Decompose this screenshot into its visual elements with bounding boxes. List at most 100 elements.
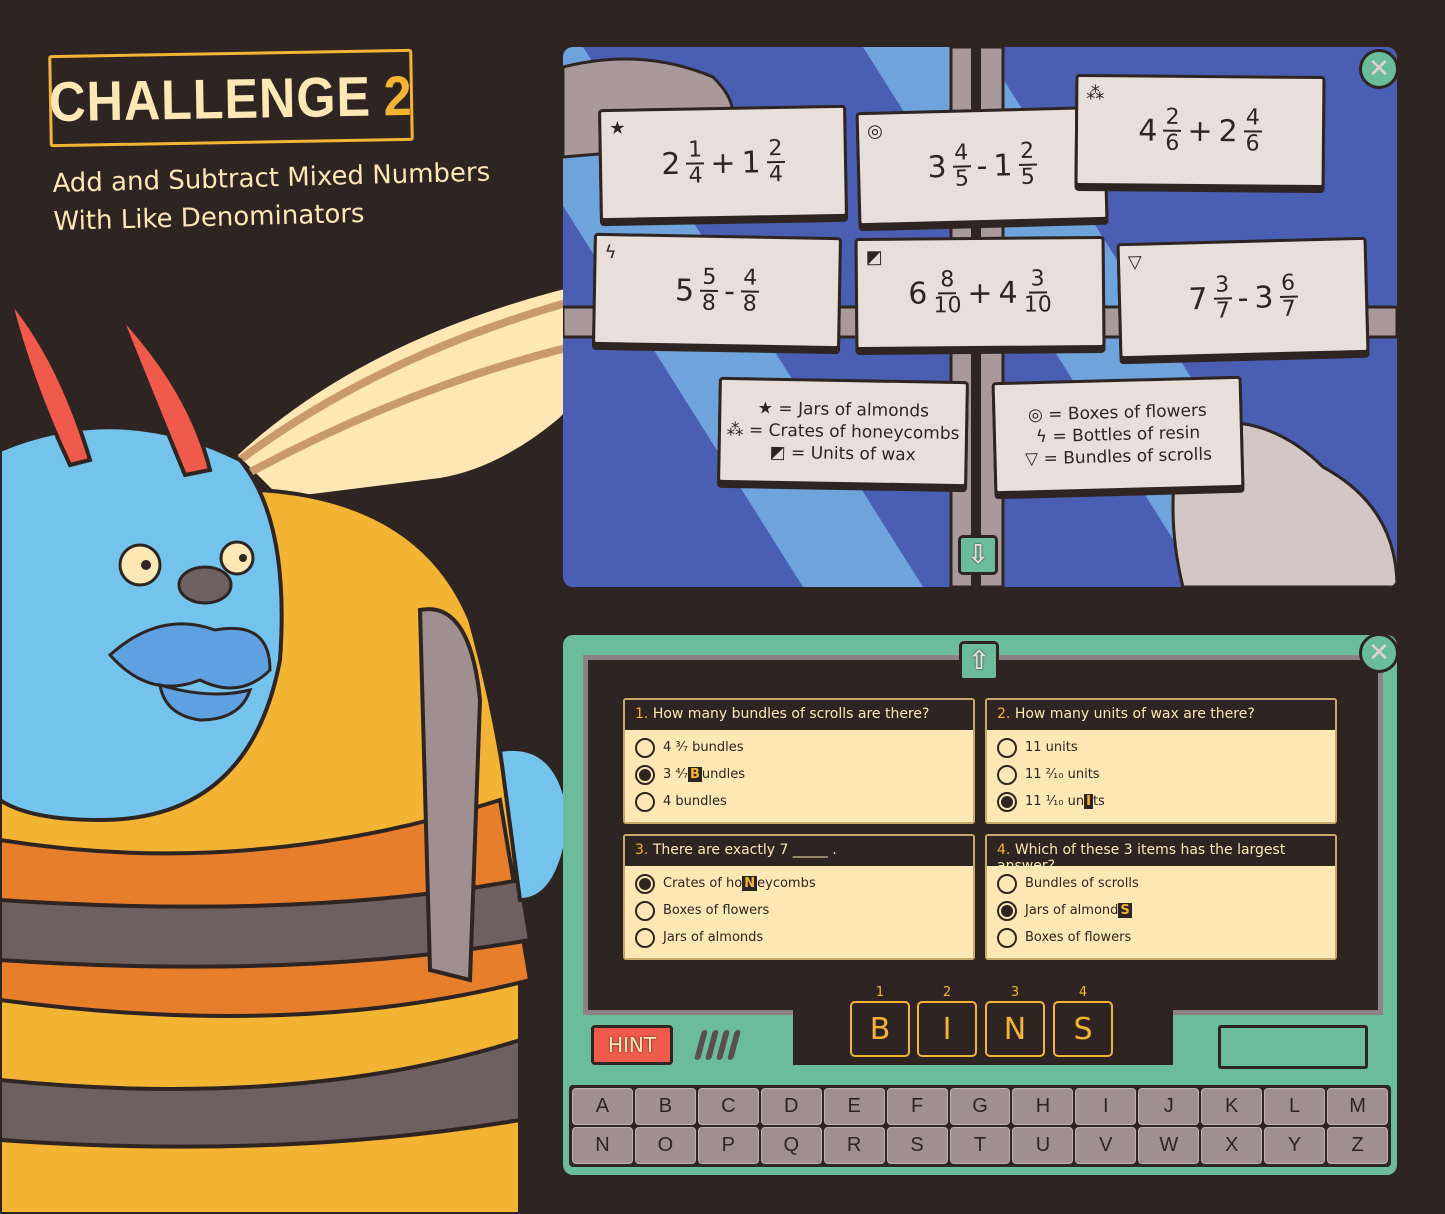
answer-slot-1[interactable]: 1 B [850,985,910,1057]
answer-option[interactable]: Boxes of flowers [625,897,973,924]
key-c[interactable]: C [697,1088,759,1125]
fraction: 67 [1278,270,1298,322]
key-k[interactable]: K [1201,1088,1263,1125]
answer-option[interactable]: 4 ³⁄₇ bundles [625,734,973,761]
scroll-up-button[interactable]: ⇧ [959,641,999,681]
fraction: 3 10 [1023,266,1052,318]
whole-number: 7 [1188,281,1209,317]
answer-option[interactable]: 11 ¹⁄₁₀ un Its [987,788,1335,815]
radio-button[interactable] [997,737,1017,758]
challenge-title: CHALLENGE 2 [48,63,414,133]
triangle-icon: ▽ [1127,251,1143,273]
fraction: 37 [1212,272,1232,324]
challenge-title-box: CHALLENGE 2 [48,48,414,148]
key-f[interactable]: F [886,1088,948,1125]
operator: + [1187,113,1213,149]
close-quiz-button[interactable]: ✕ [1359,633,1399,673]
legend-card-right: ◎ = Boxes of flowers ϟ = Bottles of resi… [991,375,1245,495]
arrow-down-icon: ⇩ [967,540,989,570]
radio-button-selected[interactable] [635,764,655,785]
key-g[interactable]: G [949,1088,1011,1125]
radio-button[interactable] [635,900,655,921]
answer-option[interactable]: 11 ²⁄₁₀ units [987,761,1335,788]
key-d[interactable]: D [760,1088,822,1125]
key-n[interactable]: N [572,1127,633,1164]
key-e[interactable]: E [823,1088,885,1125]
answer-option[interactable]: Bundles of scrolls [987,870,1335,897]
radio-button[interactable] [635,737,655,758]
letter-keyboard: ABCDEFGHIJKLM NOPQRSTUVWXYZ [569,1085,1391,1167]
whole-number: 1 [741,144,761,181]
key-i[interactable]: I [1075,1088,1137,1125]
key-a[interactable]: A [572,1088,633,1125]
key-t[interactable]: T [949,1127,1011,1164]
key-o[interactable]: O [634,1127,696,1164]
key-q[interactable]: Q [760,1127,822,1164]
expression: 6 8 10 + 4 3 10 [908,266,1052,319]
highlighted-letter: S [1118,903,1132,918]
key-w[interactable]: W [1138,1127,1200,1164]
scroll-down-button[interactable]: ⇩ [958,535,998,575]
answer-option[interactable]: Jars of almond S [987,897,1335,924]
expression: 2 14 + 1 24 [661,136,785,189]
radio-button[interactable] [635,791,655,812]
radio-button[interactable] [635,927,655,948]
whole-number: 3 [1253,279,1274,316]
fraction: 8 10 [933,267,962,319]
answer-slot-2[interactable]: 2 I [917,985,977,1057]
key-s[interactable]: S [886,1127,948,1164]
fraction: 14 [685,137,705,189]
key-m[interactable]: M [1327,1088,1388,1125]
highlighted-letter: B [688,767,702,782]
key-h[interactable]: H [1012,1088,1074,1125]
slot-letter[interactable]: B [850,1001,910,1057]
key-r[interactable]: R [823,1127,885,1164]
highlighted-letter: I [1084,794,1093,809]
key-x[interactable]: X [1201,1127,1263,1164]
radio-button-selected[interactable] [997,791,1017,812]
legend-item: ⁂ = Crates of honeycombs [726,419,960,445]
radio-button-selected[interactable] [997,900,1017,921]
answer-option[interactable]: Jars of almonds [625,924,973,951]
question-card-2: 2. How many units of wax are there? 11 u… [985,698,1337,824]
spiral-icon: ◎ [866,120,884,142]
star-icon: ★ [609,117,626,139]
close-clues-button[interactable]: ✕ [1359,49,1397,89]
expression: 3 45 - 1 25 [927,139,1037,193]
key-b[interactable]: B [634,1088,696,1125]
slot-letter[interactable]: N [985,1001,1045,1057]
legend-item: ▽ = Bundles of scrolls [1024,444,1213,470]
slot-letter[interactable]: I [917,1001,977,1057]
answer-option[interactable]: 4 bundles [625,788,973,815]
key-u[interactable]: U [1012,1127,1074,1164]
radio-button[interactable] [997,764,1017,785]
legend-card-left: ★ = Jars of almonds ⁂ = Crates of honeyc… [717,376,969,488]
answer-option[interactable]: Crates of ho Neycombs [625,870,973,897]
radio-button[interactable] [997,927,1017,948]
slot-letter[interactable]: S [1053,1001,1113,1057]
radio-button[interactable] [997,873,1017,894]
slot-number: 1 [875,985,885,1000]
fraction: 46 [1243,105,1262,157]
answer-slot-3[interactable]: 3 N [985,985,1045,1057]
answer-option[interactable]: 3 ⁴⁄₇ Bundles [625,761,973,788]
hint-button[interactable]: HINT [591,1025,673,1065]
key-j[interactable]: J [1138,1088,1200,1125]
whole-number: 3 [927,149,948,185]
answer-option[interactable]: 11 units [987,734,1335,761]
close-icon: ✕ [1368,638,1390,668]
key-p[interactable]: P [697,1127,759,1164]
key-v[interactable]: V [1075,1127,1137,1164]
radio-button-selected[interactable] [635,873,655,894]
whole-number: 2 [1218,113,1238,149]
key-z[interactable]: Z [1327,1127,1388,1164]
slot-number: 2 [942,985,952,1000]
key-y[interactable]: Y [1264,1127,1326,1164]
whole-number: 6 [908,275,928,312]
submit-slot[interactable] [1218,1025,1368,1069]
key-l[interactable]: L [1264,1088,1326,1125]
answer-slot-4[interactable]: 4 S [1053,985,1113,1057]
operator: - [723,273,736,309]
half-square-icon: ◩ [865,246,883,268]
answer-option[interactable]: Boxes of flowers [987,924,1335,951]
